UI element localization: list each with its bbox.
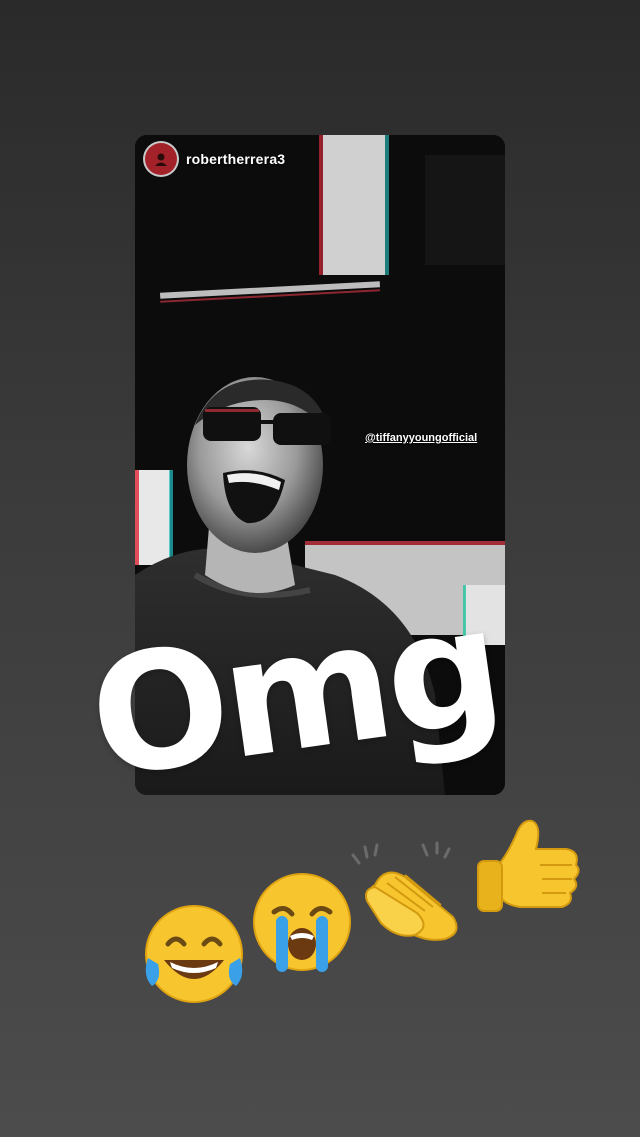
clapping-hands-icon[interactable]: [345, 835, 475, 945]
loudly-crying-face-icon[interactable]: [248, 870, 356, 976]
avatar[interactable]: [145, 143, 177, 175]
thumbs-up-icon[interactable]: [470, 805, 590, 925]
face-with-tears-of-joy-icon[interactable]: [138, 902, 250, 1006]
mention-tag[interactable]: @tiffanyyoungofficial: [365, 432, 477, 444]
story-author-username[interactable]: robertherrera3: [186, 151, 285, 167]
story-author-row[interactable]: robertherrera3: [145, 143, 285, 175]
avatar-glyph-icon: [155, 153, 167, 166]
